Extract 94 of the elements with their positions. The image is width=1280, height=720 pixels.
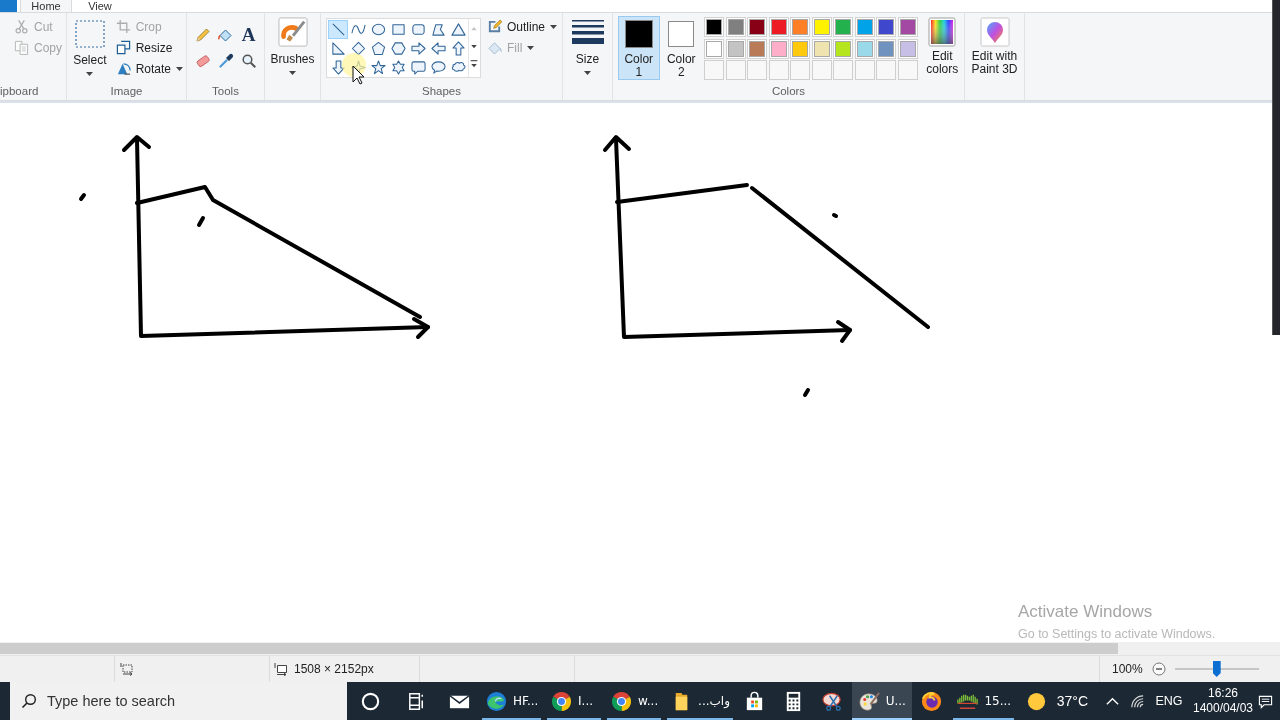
taskbar-app-button[interactable]: w... — [604, 682, 665, 720]
activation-title: Activate Windows — [1018, 602, 1154, 622]
caret-icon — [584, 71, 591, 75]
dashed-rectangle-icon — [74, 20, 105, 48]
scrollbar-thumb[interactable] — [0, 643, 1118, 654]
left-arrow-icon — [430, 41, 446, 56]
image-size-text: 1508 × 2152px — [294, 662, 374, 676]
selection-size-icon — [120, 662, 134, 676]
magnifier-icon — [240, 53, 257, 69]
weather-button[interactable]: 37°C — [1016, 682, 1100, 720]
search-field[interactable]: Type here to search — [9, 682, 347, 720]
zoom-level-text: 100% — [1112, 662, 1143, 676]
browser-icon — [485, 689, 508, 713]
clock-button[interactable]: 16:26 1400/04/03 — [1188, 682, 1258, 720]
canvas-size-icon — [274, 662, 288, 676]
activation-subtitle: Go to Settings to activate Windows. — [1018, 627, 1216, 642]
teardrop-pin-icon — [979, 17, 1010, 47]
crop-icon — [115, 19, 131, 34]
group-label: Shapes — [421, 84, 462, 99]
resize-button[interactable]: Resize — [112, 37, 186, 58]
text-tool-button[interactable]: A — [237, 23, 260, 47]
taskbar-app-button[interactable]: I... — [544, 682, 605, 720]
taskbar-app-button[interactable]: 15... — [950, 682, 1017, 720]
shape-button[interactable] — [368, 58, 388, 77]
polygon-icon — [430, 22, 446, 37]
paint-3d-button[interactable]: Edit with Paint 3D — [965, 13, 1024, 100]
edit-colors-button[interactable]: Edit colors — [920, 13, 964, 84]
up-arrow-icon — [450, 41, 466, 56]
minus-icon — [1151, 662, 1166, 676]
shape-button[interactable] — [428, 39, 448, 58]
shape-button[interactable] — [428, 58, 448, 77]
paintbrush-icon — [277, 17, 308, 47]
ribbon-tab[interactable]: Home — [20, 0, 72, 12]
line-icon — [330, 22, 346, 37]
caret-icon — [550, 24, 558, 29]
caret-icon — [176, 66, 183, 71]
pencil-icon — [194, 27, 211, 43]
zoom-slider-thumb[interactable] — [1212, 661, 1221, 677]
triangle-icon — [450, 22, 466, 37]
select-button[interactable]: Select — [71, 16, 109, 84]
secondary-color-button[interactable]: Color 2 — [661, 16, 702, 80]
language-button[interactable]: ENG — [1150, 682, 1188, 720]
group-label: Colors — [770, 84, 807, 99]
down-arrow-icon — [330, 60, 346, 75]
rotate-icon — [115, 61, 131, 76]
shape-button[interactable] — [388, 39, 408, 58]
six-point-star-icon — [390, 60, 406, 75]
right-triangle-icon — [330, 41, 346, 56]
taskbar-app-button[interactable]: واب... — [664, 682, 736, 720]
size-button[interactable]: Size — [571, 13, 604, 100]
scissors-icon — [14, 19, 29, 34]
caret-icon — [86, 72, 94, 76]
shape-button[interactable] — [408, 39, 428, 58]
browser-icon — [610, 689, 634, 713]
cloud-callout-icon — [450, 60, 466, 75]
taskbar-app-button[interactable]: U... — [851, 682, 912, 720]
group-label: ipboard — [0, 84, 40, 99]
horizontal-scrollbar[interactable] — [0, 642, 1280, 655]
rotate-button[interactable]: Rotate — [112, 58, 186, 79]
paint-bucket-icon — [487, 40, 502, 55]
palette-icon — [857, 689, 881, 713]
pencil-icon — [487, 19, 502, 34]
wifi-icon — [1130, 693, 1145, 709]
color-spectrum-icon — [928, 17, 957, 47]
browser-icon — [550, 689, 574, 713]
hexagon-icon — [390, 41, 406, 56]
shape-button[interactable] — [328, 20, 348, 39]
eyedropper-icon — [217, 53, 234, 69]
right-arrow-icon — [410, 41, 426, 56]
pentagon-icon — [370, 41, 386, 56]
shape-button[interactable] — [448, 20, 468, 39]
caret-icon — [289, 71, 296, 75]
shape-button[interactable] — [408, 58, 428, 77]
resize-icon — [115, 40, 131, 55]
ribbon-tab[interactable]: View — [74, 0, 126, 12]
paint-bucket-icon — [217, 27, 234, 43]
oval-callout-icon — [430, 60, 446, 75]
taskbar-app-button[interactable]: HF... — [479, 682, 545, 720]
browser-icon — [919, 689, 943, 713]
brushes-button[interactable]: Brushes — [270, 13, 315, 100]
caret-icon — [527, 45, 535, 50]
copy-icon — [14, 40, 29, 55]
group-label: Tools — [211, 84, 240, 99]
zoom-out-button[interactable] — [1151, 662, 1166, 676]
search-icon — [20, 693, 37, 709]
outline-button[interactable]: Outline — [484, 16, 561, 37]
curve-icon — [350, 22, 366, 37]
primary-color-button[interactable]: Color 1 — [618, 16, 660, 80]
rounded-callout-icon — [410, 60, 426, 75]
speech-bubble-icon — [1258, 693, 1273, 709]
five-point-star-icon — [370, 60, 386, 75]
line-thickness-icon — [571, 19, 604, 45]
rectangle-icon — [390, 22, 406, 37]
group-label: Image — [109, 84, 144, 99]
